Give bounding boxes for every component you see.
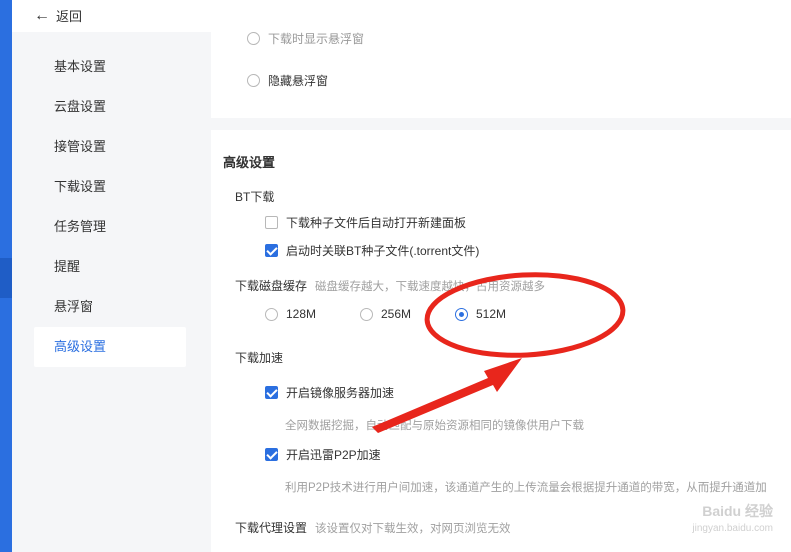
float-window-panel: 下载时显示悬浮窗 隐藏悬浮窗 — [211, 32, 791, 118]
bt-associate-torrent-checkbox[interactable] — [265, 244, 278, 257]
sidebar-item-basic[interactable]: 基本设置 — [34, 47, 186, 87]
watermark: Baidu 经验 jingyan.baidu.com — [692, 502, 773, 538]
mirror-accel-label: 开启镜像服务器加速 — [286, 386, 395, 400]
bt-open-new-panel-label: 下载种子文件后自动打开新建面板 — [286, 216, 467, 230]
sidebar-item-advanced[interactable]: 高级设置 — [34, 327, 186, 367]
watermark-line1: Baidu 经验 — [702, 503, 773, 519]
settings-sidebar: 基本设置 云盘设置 接管设置 下载设置 任务管理 提醒 悬浮窗 高级设置 — [12, 32, 210, 552]
cache-radio-256[interactable] — [360, 307, 373, 321]
radio-hide[interactable] — [247, 74, 260, 87]
section-title: 高级设置 — [223, 155, 276, 170]
radio-show[interactable] — [247, 32, 260, 45]
cache-label-128: 128M — [286, 307, 317, 321]
float-window-option-hide[interactable]: 隐藏悬浮窗 — [247, 72, 328, 89]
cache-option-128[interactable]: 128M — [265, 307, 316, 321]
p2p-accel-checkbox[interactable] — [265, 448, 278, 461]
proxy-section-title: 下载代理设置 该设置仅对下载生效，对网页浏览无效 — [235, 519, 511, 536]
advanced-settings-panel: 高级设置 BT下载 下载种子文件后自动打开新建面板 启动时关联BT种子文件(.t… — [211, 130, 791, 552]
cache-hint: 磁盘缓存越大，下载速度越快，占用资源越多 — [315, 281, 546, 293]
bt-associate-torrent-option[interactable]: 启动时关联BT种子文件(.torrent文件) — [265, 242, 479, 259]
bt-open-new-panel-option[interactable]: 下载种子文件后自动打开新建面板 — [265, 214, 466, 231]
bt-section-title: BT下载 — [235, 190, 275, 204]
left-edge-strip — [0, 0, 12, 552]
sidebar-item-float-window[interactable]: 悬浮窗 — [34, 287, 186, 327]
top-bar: ← 返回 — [12, 0, 791, 32]
mirror-accel-desc: 全网数据挖掘，自动匹配与原始资源相同的镜像供用户下载 — [285, 420, 584, 432]
left-edge-band — [0, 258, 12, 298]
back-label: 返回 — [56, 9, 83, 24]
sidebar-item-takeover[interactable]: 接管设置 — [34, 127, 186, 167]
cache-radio-128[interactable] — [265, 307, 278, 321]
mirror-accel-checkbox[interactable] — [265, 386, 278, 399]
cache-option-256[interactable]: 256M — [360, 307, 411, 321]
sidebar-item-download[interactable]: 下载设置 — [34, 167, 186, 207]
bt-open-new-panel-checkbox[interactable] — [265, 216, 278, 229]
p2p-accel-label: 开启迅雷P2P加速 — [286, 448, 381, 462]
back-arrow-icon: ← — [34, 6, 50, 24]
watermark-line2: jingyan.baidu.com — [692, 523, 773, 534]
proxy-hint: 该设置仅对下载生效，对网页浏览无效 — [315, 523, 511, 535]
cache-title: 下载磁盘缓存 — [235, 279, 308, 293]
cache-label-256: 256M — [381, 307, 412, 321]
p2p-accel-option[interactable]: 开启迅雷P2P加速 — [265, 446, 381, 463]
cache-option-512[interactable]: 512M — [455, 307, 506, 321]
option-hide-label: 隐藏悬浮窗 — [268, 74, 329, 88]
cache-radio-512[interactable] — [455, 307, 468, 321]
mirror-accel-option[interactable]: 开启镜像服务器加速 — [265, 384, 394, 401]
float-window-option-show[interactable]: 下载时显示悬浮窗 — [247, 30, 364, 47]
sidebar-item-cloud[interactable]: 云盘设置 — [34, 87, 186, 127]
proxy-title: 下载代理设置 — [235, 521, 308, 535]
cache-section-title: 下载磁盘缓存 磁盘缓存越大，下载速度越快，占用资源越多 — [235, 277, 545, 294]
bt-associate-torrent-label: 启动时关联BT种子文件(.torrent文件) — [286, 244, 480, 258]
sidebar-item-tasks[interactable]: 任务管理 — [34, 207, 186, 247]
back-button[interactable]: ← 返回 — [34, 6, 82, 25]
cache-label-512: 512M — [476, 307, 507, 321]
p2p-accel-desc: 利用P2P技术进行用户间加速，该通道产生的上传流量会根据提升通道的带宽，从而提升… — [285, 482, 767, 494]
accel-section-title: 下载加速 — [235, 351, 284, 365]
sidebar-item-reminder[interactable]: 提醒 — [34, 247, 186, 287]
option-show-label: 下载时显示悬浮窗 — [268, 32, 365, 46]
